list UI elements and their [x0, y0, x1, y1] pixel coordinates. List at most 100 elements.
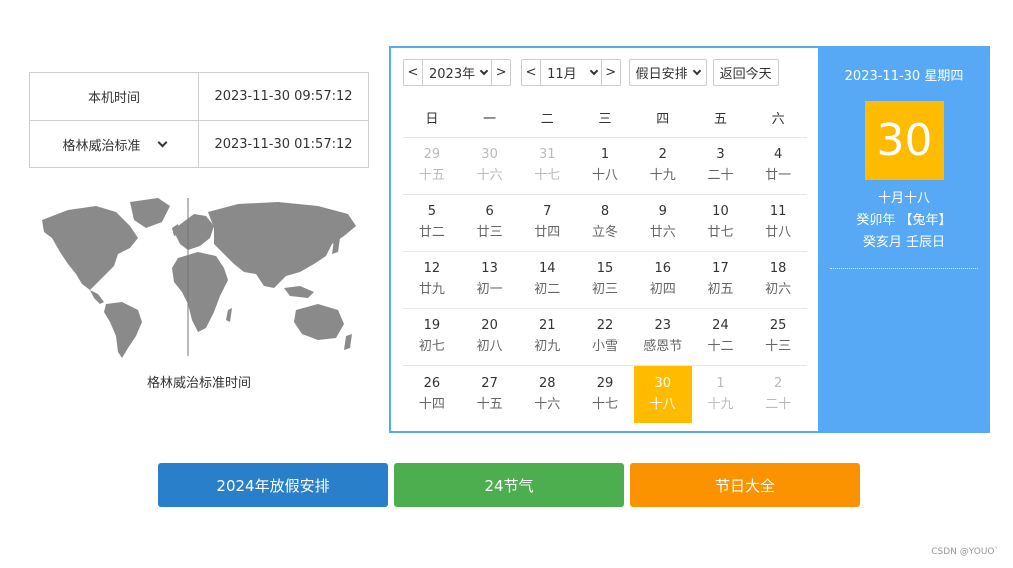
day-number: 31	[539, 147, 556, 162]
day-number: 1	[716, 375, 725, 391]
time-table: 本机时间 2023-11-30 09:57:12 格林威治标准 2023-11-…	[29, 72, 369, 168]
calendar-day[interactable]: 8 立冬	[576, 195, 634, 251]
calendar-day[interactable]: 16 初四	[634, 252, 692, 308]
festivals-button[interactable]: 节日大全	[630, 463, 860, 507]
lunar-date: 廿二	[418, 225, 445, 240]
big-day-number: 30	[865, 101, 944, 180]
chevron-down-icon	[479, 66, 489, 76]
calendar-day[interactable]: 1 十九	[692, 366, 750, 423]
day-number: 7	[543, 204, 552, 219]
lunar-date: 廿六	[649, 225, 676, 240]
calendar-day[interactable]: 31 十七	[518, 138, 576, 194]
timezone-select-label: 格林威治标准	[62, 138, 141, 154]
calendar-day[interactable]: 11 廿八	[749, 195, 807, 251]
day-number: 30	[481, 147, 498, 162]
lunar-date: 二十	[707, 168, 734, 183]
calendar-day[interactable]: 30 十六	[461, 138, 519, 194]
calendar-day[interactable]: 7 廿四	[518, 195, 576, 251]
calendar-day[interactable]: 2 二十	[749, 366, 807, 423]
solar-terms-button[interactable]: 24节气	[394, 463, 624, 507]
lunar-date: 廿一	[765, 168, 792, 183]
day-number: 3	[716, 147, 725, 162]
lunar-info: 十月十八 癸卯年 【兔年】 癸亥月 壬辰日	[818, 188, 990, 254]
lunar-date: 廿四	[534, 225, 561, 240]
lunar-date: 立冬	[592, 225, 619, 240]
holiday-2024-button[interactable]: 2024年放假安排	[158, 463, 388, 507]
today-button[interactable]: 返回今天	[712, 59, 779, 86]
calendar-day[interactable]: 23 感恩节	[634, 309, 692, 365]
calendar-day[interactable]: 9 廿六	[634, 195, 692, 251]
calendar-day[interactable]: 10 廿七	[692, 195, 750, 251]
calendar-day[interactable]: 20 初八	[461, 309, 519, 365]
next-month-button[interactable]: >	[602, 60, 620, 85]
local-time-label: 本机时间	[30, 73, 199, 120]
calendar-day[interactable]: 19 初七	[403, 309, 461, 365]
watermark: CSDN @YOUO`	[931, 547, 999, 557]
calendar-day[interactable]: 6 廿三	[461, 195, 519, 251]
calendar-day[interactable]: 26 十四	[403, 366, 461, 423]
calendar-day[interactable]: 14 初二	[518, 252, 576, 308]
lunar-date: 十八	[592, 168, 619, 183]
weekday-label: 日	[425, 112, 439, 127]
day-number: 20	[481, 318, 498, 333]
lunar-date: 十六	[534, 396, 561, 412]
calendar-day[interactable]: 5 廿二	[403, 195, 461, 251]
calendar-day[interactable]: 29 十五	[403, 138, 461, 194]
month-select[interactable]: 11月	[540, 60, 602, 85]
month-nav: < 11月 >	[521, 59, 621, 86]
calendar-day[interactable]: 27 十五	[461, 366, 519, 423]
lunar-date: 十九	[649, 168, 676, 183]
lunar-date: 十六	[476, 168, 503, 183]
calendar-day[interactable]: 24 十二	[692, 309, 750, 365]
side-divider	[830, 268, 978, 269]
calendar-day[interactable]: 18 初六	[749, 252, 807, 308]
calendar-day[interactable]: 4 廿一	[749, 138, 807, 194]
calendar-day[interactable]: 21 初九	[518, 309, 576, 365]
weekday-header: 日一二三四五六	[403, 98, 807, 138]
year-nav: < 2023年 >	[403, 59, 512, 86]
weekday-label: 一	[483, 112, 497, 127]
calendar-day[interactable]: 1 十八	[576, 138, 634, 194]
prev-month-button[interactable]: <	[522, 60, 540, 85]
lunar-date: 十七	[592, 396, 619, 412]
calendar-day[interactable]: 2 十九	[634, 138, 692, 194]
lunar-date: 十三	[765, 339, 792, 354]
calendar-day-today[interactable]: 30 十八	[633, 366, 692, 423]
lunar-date: 初九	[534, 339, 561, 354]
calendar-day[interactable]: 3 二十	[692, 138, 750, 194]
map-caption: 格林威治标准时间	[146, 376, 251, 391]
world-map	[42, 198, 356, 358]
lunar-date: 小雪	[592, 339, 619, 354]
calendar-toolbar: < 2023年 > < 11月 > 假日安排 返回今天	[403, 59, 779, 86]
calendar-day[interactable]: 17 初五	[692, 252, 750, 308]
next-year-button[interactable]: >	[492, 60, 510, 85]
day-number: 4	[774, 147, 783, 162]
timezone-select[interactable]: 格林威治标准	[30, 121, 199, 167]
holiday-select-label: 假日安排	[635, 67, 688, 82]
local-time-row: 本机时间 2023-11-30 09:57:12	[30, 73, 368, 120]
day-number: 18	[769, 261, 787, 276]
weekday-label: 四	[656, 112, 670, 127]
lunar-date: 十五	[476, 396, 503, 412]
lunar-date: 十七	[534, 168, 561, 183]
local-time-value: 2023-11-30 09:57:12	[214, 89, 353, 104]
calendar-day[interactable]: 29 十七	[576, 366, 634, 423]
holiday-select[interactable]: 假日安排	[628, 59, 707, 86]
calendar-day[interactable]: 15 初三	[576, 252, 634, 308]
chevron-down-icon	[692, 66, 701, 76]
calendar-day[interactable]: 22 小雪	[576, 309, 634, 365]
lunar-date: 初八	[476, 339, 503, 354]
year-select[interactable]: 2023年	[422, 60, 493, 85]
calendar-main: < 2023年 > < 11月 > 假日安排 返回今天 日 一 二 三 四 五 …	[391, 48, 818, 431]
day-number: 22	[596, 318, 614, 333]
lunar-date: 初三	[592, 282, 619, 297]
day-number: 12	[423, 261, 441, 276]
calendar-grid: 日一二三四五六 29 十五 30 十六 31 十七 1 十八 2 十九 3 二十 4 廿一 5 廿二 6 廿三 7 廿…	[403, 98, 807, 423]
calendar-day[interactable]: 25 十三	[749, 309, 807, 365]
prev-year-button[interactable]: <	[404, 60, 422, 85]
day-number: 16	[654, 261, 671, 276]
calendar-day[interactable]: 28 十六	[518, 366, 576, 423]
calendar-day[interactable]: 12 廿九	[403, 252, 461, 308]
day-number: 9	[658, 204, 667, 219]
calendar-day[interactable]: 13 初一	[461, 252, 519, 308]
